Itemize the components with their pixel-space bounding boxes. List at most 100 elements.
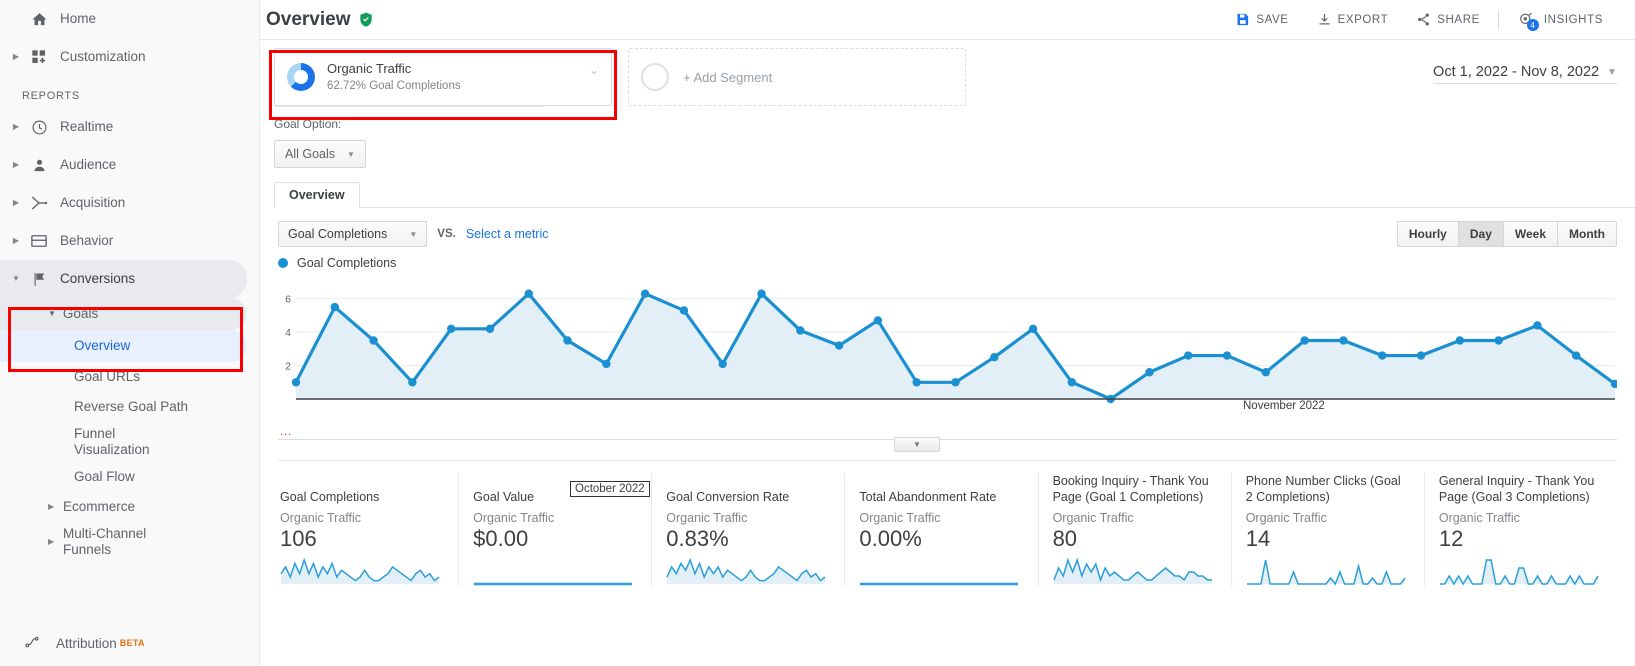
sidebar-item-conversions[interactable]: ▼ Conversions	[0, 260, 247, 298]
card-title: General Inquiry - Thank You Page (Goal 3…	[1438, 474, 1595, 504]
save-button[interactable]: SAVE	[1221, 0, 1302, 40]
card-title: Total Abandonment Rate	[859, 490, 997, 504]
main-chart: 2 4 6 November 2022	[278, 274, 1617, 424]
card-segment: Organic Traffic	[1438, 511, 1520, 525]
sidebar-item-realtime[interactable]: ▶ Realtime	[0, 108, 259, 146]
vs-label: VS.	[437, 228, 456, 240]
metric-card[interactable]: General Inquiry - Thank You Page (Goal 3…	[1423, 473, 1617, 587]
sidebar: Home ▶ Customization REPORTS ▶ Realtime …	[0, 0, 260, 666]
sidebar-item-funnel-visualization[interactable]: Funnel Visualization	[0, 422, 259, 462]
sidebar-item-multi-channel-funnels[interactable]: ▶ Multi-Channel Funnels	[0, 522, 259, 562]
divider	[1497, 9, 1499, 30]
chart-scroll-row: ... ▼	[278, 426, 1617, 452]
insights-button[interactable]: 4 INSIGHTS	[1503, 0, 1617, 40]
select-a-metric-link[interactable]: Select a metric	[466, 227, 549, 241]
customization-icon	[24, 49, 54, 65]
sidebar-item-ecommerce[interactable]: ▶ Ecommerce	[0, 492, 259, 522]
metric-card[interactable]: Goal Completions Organic Traffic 106	[278, 473, 458, 586]
card-value: 80	[1052, 526, 1078, 551]
sidebar-item-label: Multi-Channel Funnels	[63, 526, 147, 557]
metric-select[interactable]: Goal Completions ▼	[278, 221, 428, 247]
share-button[interactable]: SHARE	[1402, 0, 1494, 40]
sidebar-item-label: Goal Flow	[74, 469, 135, 485]
sidebar-item-reverse-goal-path[interactable]: Reverse Goal Path	[0, 392, 259, 422]
chevron-down-icon: ▼	[347, 149, 355, 159]
sidebar-item-label: Acquisition	[60, 195, 126, 211]
granularity-week[interactable]: Week	[1502, 221, 1558, 247]
attribution-icon	[24, 634, 52, 653]
tab-overview[interactable]: Overview	[274, 182, 360, 208]
card-sparkline	[1439, 559, 1599, 586]
granularity-month[interactable]: Month	[1557, 221, 1617, 247]
person-icon	[24, 157, 54, 174]
legend-label: Goal Completions	[297, 256, 397, 270]
card-value: 0.83%	[666, 526, 729, 551]
sidebar-item-goals-overview[interactable]: Overview	[0, 330, 247, 362]
card-segment: Organic Traffic	[473, 511, 555, 525]
metric-card[interactable]: Goal Value Organic Traffic $0.00	[458, 473, 651, 587]
chart-expand-handle[interactable]: ▼	[894, 437, 940, 452]
metric-card[interactable]: Booking Inquiry - Thank You Page (Goal 1…	[1037, 473, 1231, 587]
chevron-right-icon: ▶	[12, 236, 20, 245]
metric-card[interactable]: Goal Conversion Rate Organic Traffic 0.8…	[651, 473, 844, 587]
sidebar-item-attribution[interactable]: Attribution BETA	[0, 626, 259, 660]
segment-organic-traffic[interactable]: Organic Traffic 62.72% Goal Completions …	[274, 48, 612, 106]
chevron-right-icon: ▶	[12, 160, 20, 169]
sidebar-item-goals[interactable]: ▼ Goals	[0, 298, 247, 330]
flag-icon	[24, 271, 54, 288]
all-goals-value: All Goals	[285, 147, 336, 161]
main-chart-svg[interactable]: 2 4 6	[278, 274, 1617, 417]
home-icon	[24, 11, 54, 28]
chevron-right-icon: ▶	[48, 502, 55, 512]
card-sparkline	[474, 583, 633, 586]
sidebar-item-label: Customization	[60, 49, 146, 65]
card-sparkline	[280, 558, 440, 585]
sidebar-item-acquisition[interactable]: ▶ Acquisition	[0, 184, 259, 222]
card-title: Goal Completions	[280, 490, 380, 504]
chevron-down-icon[interactable]: ⌄	[589, 63, 599, 77]
date-range-picker[interactable]: Oct 1, 2022 - Nov 8, 2022 ▼	[1433, 64, 1617, 84]
sidebar-item-audience[interactable]: ▶ Audience	[0, 146, 259, 184]
sidebar-item-label: Attribution	[56, 635, 117, 651]
svg-text:6: 6	[285, 294, 291, 306]
card-sparkline	[666, 558, 826, 585]
metric-card[interactable]: Total Abandonment Rate Organic Traffic 0…	[844, 473, 1037, 587]
metric-card[interactable]: Phone Number Clicks (Goal 2 Completions)…	[1230, 473, 1424, 587]
clock-icon	[24, 119, 54, 136]
card-value: 14	[1245, 526, 1271, 551]
insights-badge: 4	[1526, 19, 1539, 31]
sidebar-item-customization[interactable]: ▶ Customization	[0, 38, 259, 76]
sidebar-item-home[interactable]: Home	[0, 0, 259, 38]
sidebar-item-label: Home	[60, 11, 97, 27]
add-segment-button[interactable]: + Add Segment	[628, 48, 966, 106]
sidebar-item-label: Goals	[62, 306, 99, 322]
card-segment: Organic Traffic	[859, 511, 941, 525]
card-title: Goal Value	[473, 490, 535, 504]
chart-scrollbar[interactable]	[278, 439, 1617, 451]
card-value: 106	[280, 526, 317, 551]
metric-select-value: Goal Completions	[288, 227, 388, 241]
granularity-hourly[interactable]: Hourly	[1396, 221, 1458, 247]
chart-axis-label-november: November 2022	[1243, 400, 1325, 412]
export-button[interactable]: EXPORT	[1303, 0, 1403, 40]
add-segment-label: + Add Segment	[683, 69, 773, 85]
card-value: $0.00	[473, 526, 529, 551]
segment-texts: Organic Traffic 62.72% Goal Completions	[327, 60, 461, 94]
verified-shield-icon	[358, 11, 374, 28]
top-actions: SAVE EXPORT SHARE 4 INSIGHTS	[1221, 0, 1617, 40]
chart-ellipsis: ...	[280, 426, 293, 438]
page-title-group: Overview	[266, 9, 374, 31]
chevron-right-icon: ▶	[48, 537, 55, 547]
chevron-down-icon: ▼	[12, 274, 20, 283]
chevron-right-icon: ▶	[12, 198, 20, 207]
page-title: Overview	[266, 8, 351, 30]
all-goals-select[interactable]: All Goals ▼	[274, 140, 366, 168]
sidebar-item-goal-urls[interactable]: Goal URLs	[0, 362, 259, 392]
sidebar-item-goal-flow[interactable]: Goal Flow	[0, 462, 259, 492]
sidebar-item-behavior[interactable]: ▶ Behavior	[0, 222, 259, 260]
sidebar-item-label: Conversions	[60, 271, 136, 287]
granularity-day[interactable]: Day	[1457, 221, 1503, 247]
card-sparkline	[860, 583, 1019, 586]
sidebar-item-label: Overview	[74, 338, 131, 354]
segment-donut-icon	[287, 63, 315, 91]
